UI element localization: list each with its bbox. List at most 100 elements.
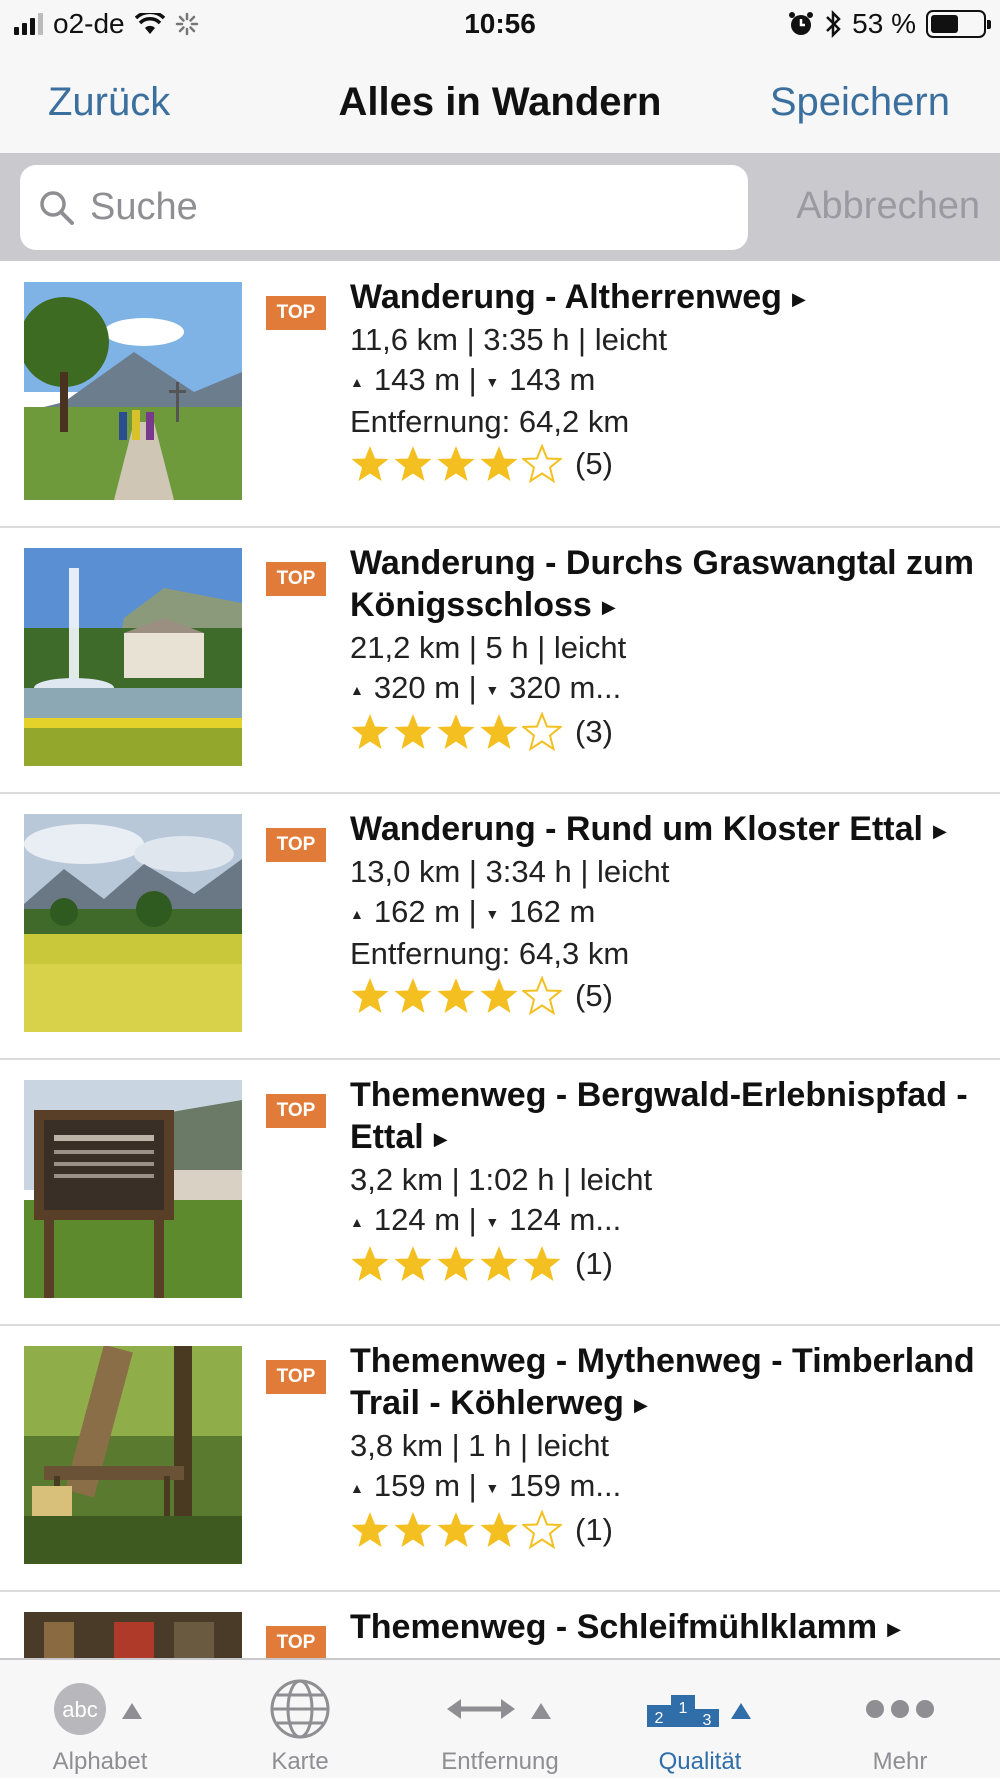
search-bar: Abbrechen xyxy=(0,155,1000,261)
star-filled-icon xyxy=(480,713,518,749)
elevation-suffix: ... xyxy=(595,1468,622,1504)
tour-info: Wanderung - Durchs Graswangtal zum König… xyxy=(350,542,990,752)
top-badge: TOP xyxy=(266,562,326,596)
tour-thumbnail xyxy=(24,1612,242,1658)
star-filled-icon xyxy=(480,1511,518,1547)
tab-icon-wrap xyxy=(200,1674,400,1744)
rating-count: (1) xyxy=(575,1511,613,1547)
status-bar: o2-de 10:56 53 % xyxy=(0,0,1000,50)
tour-stats: 3,8 km | 1 h | leicht xyxy=(350,1428,610,1464)
back-button[interactable]: Zurück xyxy=(48,80,170,125)
tour-list-item[interactable]: TOP Themenweg - Mythenweg - Timberland Tr… xyxy=(0,1326,1000,1592)
tour-thumbnail xyxy=(24,282,242,500)
rating-count: (5) xyxy=(575,977,613,1013)
star-filled-icon xyxy=(351,713,389,749)
star-empty-icon xyxy=(522,443,562,484)
tab-globe[interactable]: Karte xyxy=(200,1660,400,1778)
star-filled-icon xyxy=(394,1511,432,1547)
descent-value: 143 m xyxy=(509,362,596,398)
tour-elevation: ▲ 162 m | ▼ 162 m xyxy=(350,892,990,934)
podium-icon: 213 xyxy=(647,1695,751,1729)
star-filled-icon xyxy=(480,1245,518,1281)
star-filled-icon xyxy=(351,977,389,1013)
tour-stats: 11,6 km | 3:35 h | leicht xyxy=(350,322,668,358)
rating-stars: (5) xyxy=(350,443,990,484)
top-badge: TOP xyxy=(266,1094,326,1128)
alarm-icon xyxy=(789,12,814,35)
disclosure-arrow-icon: ▶ xyxy=(601,597,616,618)
search-icon xyxy=(40,190,74,225)
battery-icon xyxy=(926,10,991,38)
rating-count: (1) xyxy=(575,1245,613,1281)
tour-list-item[interactable]: TOP Wanderung - Durchs Graswangtal zum Kö… xyxy=(0,528,1000,794)
top-badge: TOP xyxy=(266,296,326,330)
svg-text:abc: abc xyxy=(62,1697,97,1722)
ascent-icon: ▲ xyxy=(350,1213,364,1230)
cancel-button[interactable]: Abbrechen xyxy=(796,185,980,228)
tour-stats: 1,5 km | 1 h | leicht xyxy=(350,1650,990,1658)
tab-podium[interactable]: 2 1 3 Qualität xyxy=(600,1660,800,1778)
search-field[interactable] xyxy=(20,165,748,250)
tour-list-item[interactable]: TOP Wanderung - Rund um Kloster Ettal ▶ 13,… xyxy=(0,794,1000,1060)
top-badge: TOP xyxy=(266,1626,326,1658)
disclosure-arrow-icon: ▶ xyxy=(433,1129,448,1150)
tab-bar: abc Alphabet Karte Entfernung 2 1 3 Qualität Meh… xyxy=(0,1658,1000,1778)
battery-percent: 53 % xyxy=(852,8,916,39)
tab-distance-arrows[interactable]: Entfernung xyxy=(400,1660,600,1778)
star-empty-icon xyxy=(522,711,562,752)
top-badge: TOP xyxy=(266,1360,326,1394)
rating-stars: (1) xyxy=(350,1244,990,1284)
tour-thumbnail xyxy=(24,814,242,1032)
tour-list-item[interactable]: TOP Themenweg - Schleifmühlklamm▶1,5 km |… xyxy=(0,1592,1000,1658)
tour-info: Themenweg - Schleifmühlklamm▶1,5 km | 1 … xyxy=(350,1606,990,1658)
disclosure-arrow-icon: ▶ xyxy=(791,289,806,310)
tour-elevation: ▲ 124 m | ▼ 124 m... xyxy=(350,1200,990,1242)
globe-icon xyxy=(270,1679,330,1739)
ascent-value: 162 m xyxy=(373,894,461,930)
tab-label: Alphabet xyxy=(52,1748,148,1775)
tour-list-item[interactable]: TOP Themenweg - Bergwald-Erlebnispfad - E… xyxy=(0,1060,1000,1326)
status-right: 53 % xyxy=(788,8,991,40)
descent-icon: ▼ xyxy=(485,1479,500,1496)
disclosure-arrow-icon: ▶ xyxy=(633,1395,648,1416)
star-empty-icon xyxy=(522,1509,562,1550)
star-filled-icon xyxy=(437,445,475,481)
star-filled-icon xyxy=(437,1511,475,1547)
top-badge: TOP xyxy=(266,828,326,862)
tour-stats: 13,0 km | 3:34 h | leicht xyxy=(350,854,670,890)
elevation-suffix: ... xyxy=(595,670,622,706)
tour-info: Themenweg - Mythenweg - Timberland Trail… xyxy=(350,1340,990,1550)
tour-title: Themenweg - Schleifmühlklamm ▶ xyxy=(350,1606,990,1650)
descent-icon: ▼ xyxy=(485,1213,500,1230)
tour-elevation: ▲ 143 m | ▼ 143 m xyxy=(350,360,990,402)
ascent-icon: ▲ xyxy=(350,905,364,922)
tab-abc-sort[interactable]: abc Alphabet xyxy=(0,1660,200,1778)
descent-icon: ▼ xyxy=(485,373,500,390)
rating-stars: (1) xyxy=(350,1509,990,1550)
tour-list-item[interactable]: TOP Wanderung - Altherrenweg ▶ 11,6 km | 3:… xyxy=(0,262,1000,528)
save-button[interactable]: Speichern xyxy=(770,80,950,125)
abc-sort-icon: abc xyxy=(54,1683,142,1735)
star-filled-icon xyxy=(480,445,518,481)
ascent-icon: ▲ xyxy=(350,1479,364,1496)
descent-value: 124 m xyxy=(509,1202,596,1238)
ascent-icon: ▲ xyxy=(350,681,364,698)
tab-label: Entfernung xyxy=(441,1748,559,1775)
tour-title: Wanderung - Altherrenweg ▶ xyxy=(350,276,990,320)
svg-text:3: 3 xyxy=(703,1712,712,1729)
tab-more-dots[interactable]: Mehr xyxy=(800,1660,1000,1778)
tour-info: Themenweg - Bergwald-Erlebnispfad - Etta… xyxy=(350,1074,990,1284)
ascent-value: 143 m xyxy=(373,362,461,398)
tour-list[interactable]: TOP Wanderung - Altherrenweg ▶ 11,6 km | 3:… xyxy=(0,262,1000,1658)
search-input[interactable] xyxy=(90,186,690,229)
tour-title: Themenweg - Bergwald-Erlebnispfad - Etta… xyxy=(350,1074,990,1160)
disclosure-arrow-icon: ▶ xyxy=(887,1619,901,1640)
rating-count: (3) xyxy=(575,713,613,749)
tour-info: Wanderung - Altherrenweg ▶ 11,6 km | 3:35 … xyxy=(350,276,990,484)
star-filled-icon xyxy=(437,1245,475,1281)
ascent-value: 320 m xyxy=(373,670,461,706)
descent-value: 162 m xyxy=(509,894,596,930)
tab-icon-wrap xyxy=(800,1674,1000,1744)
more-dots-icon xyxy=(866,1700,934,1718)
ascent-value: 159 m xyxy=(373,1468,461,1504)
